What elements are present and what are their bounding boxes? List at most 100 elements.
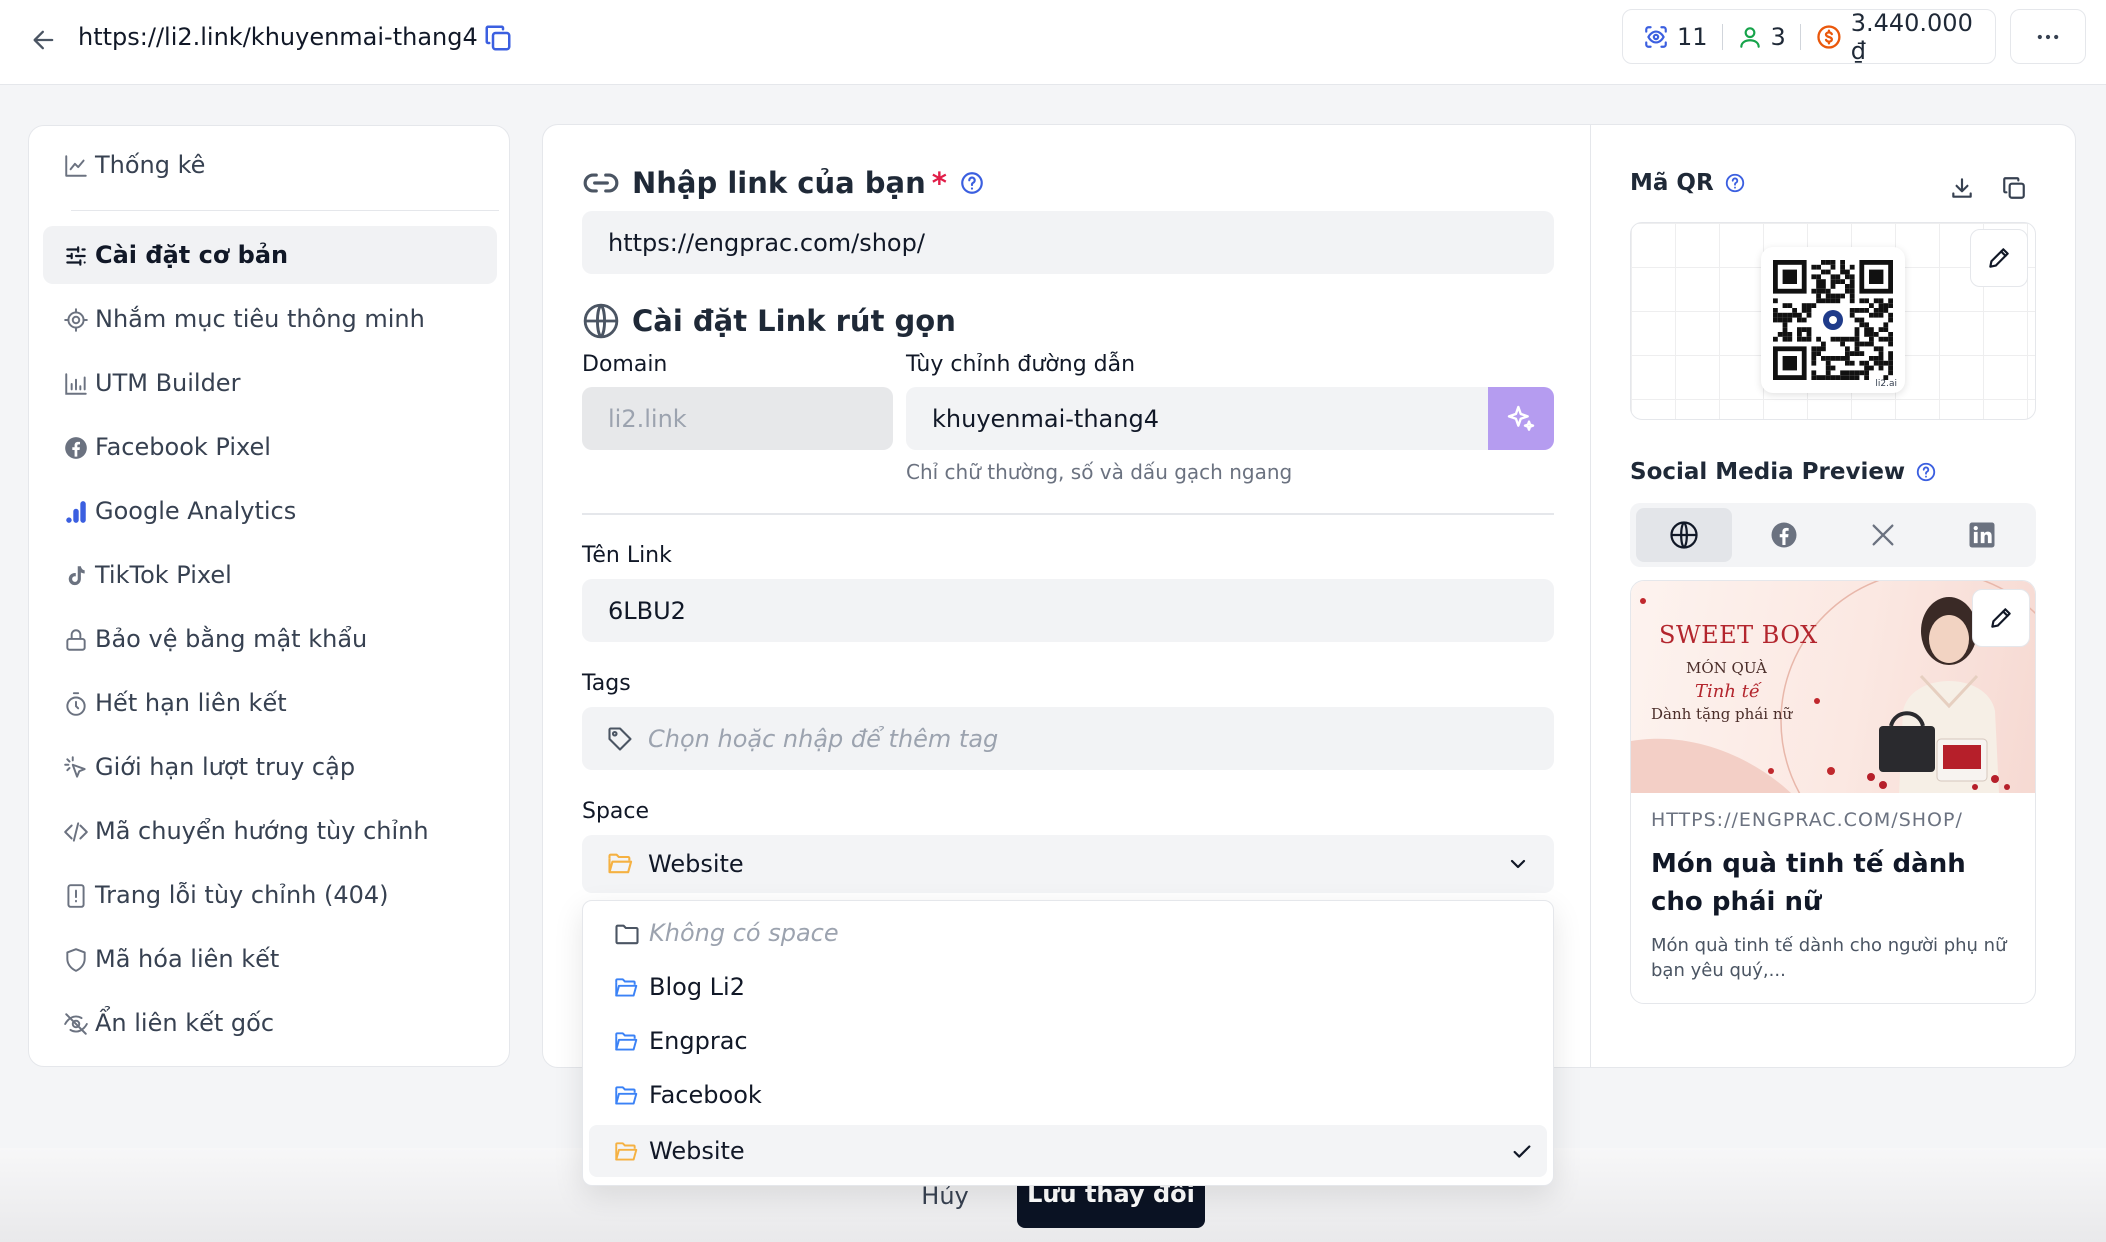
preview-image-line3: Dành tặng phái nữ: [1651, 705, 1793, 723]
edit-qr-button[interactable]: [1970, 229, 2028, 287]
bar-chart-icon: [65, 373, 87, 395]
edit-preview-button[interactable]: [1972, 589, 2030, 647]
link-icon: [583, 173, 619, 193]
user-icon: [1739, 26, 1760, 48]
space-option-facebook[interactable]: Facebook: [589, 1069, 1547, 1121]
sidebar-item-label: Bảo vệ bằng mật khẩu: [95, 625, 368, 653]
sidebar-item-access-limit[interactable]: Giới hạn lượt truy cập: [43, 738, 497, 796]
link-name-label: Tên Link: [582, 543, 672, 568]
folder-open-icon: [615, 978, 638, 997]
slug-label: Tùy chỉnh đường dẫn: [906, 352, 1136, 377]
space-option-blog-li2[interactable]: Blog Li2: [589, 961, 1547, 1013]
qr-code-image: [1773, 260, 1893, 380]
more-options-button[interactable]: [2010, 9, 2086, 64]
destination-url-input[interactable]: https://engprac.com/shop/: [582, 211, 1554, 274]
sidebar-item-label: Nhắm mục tiêu thông minh: [95, 305, 425, 333]
space-option-website[interactable]: Website: [589, 1125, 1547, 1177]
sidebar-item-basic-settings[interactable]: Cài đặt cơ bản: [43, 226, 497, 284]
copy-qr-button[interactable]: [1996, 170, 2032, 206]
sparkles-icon: [1507, 405, 1535, 431]
copy-url-button[interactable]: [480, 20, 516, 56]
domain-field: li2.link: [582, 387, 893, 450]
space-option-label: Facebook: [649, 1081, 762, 1109]
sidebar-item-custom-redirect-code[interactable]: Mã chuyển hướng tùy chỉnh: [43, 802, 497, 860]
generate-slug-button[interactable]: [1488, 387, 1554, 450]
sidebar-item-label: TikTok Pixel: [95, 561, 232, 589]
sidebar-item-facebook-pixel[interactable]: Facebook Pixel: [43, 418, 497, 476]
domain-label: Domain: [582, 352, 668, 377]
download-icon: [1952, 178, 1972, 198]
tab-web[interactable]: [1636, 508, 1732, 562]
sidebar-item-label: Giới hạn lượt truy cập: [95, 753, 356, 781]
sidebar-item-label: Mã chuyển hướng tùy chỉnh: [95, 817, 429, 845]
space-option-none[interactable]: Không có space: [589, 907, 1547, 959]
tags-input[interactable]: Chọn hoặc nhập để thêm tag: [582, 707, 1554, 770]
folder-open-icon: [615, 1086, 638, 1105]
sidebar-item-smart-targeting[interactable]: Nhắm mục tiêu thông minh: [43, 290, 497, 348]
x-logo-icon: [1872, 524, 1894, 546]
required-mark: *: [931, 166, 947, 200]
cursor-click-icon: [64, 756, 86, 778]
space-select[interactable]: Website: [582, 835, 1554, 893]
preview-image-line2: Tinh tế: [1695, 681, 1760, 702]
money-amount: 3.440.000 ₫: [1850, 8, 1973, 65]
sidebar-item-hide-original-link[interactable]: Ẩn liên kết gốc: [43, 994, 497, 1052]
sidebar-item-label: Mã hóa liên kết: [95, 945, 280, 973]
sidebar-item-tiktok-pixel[interactable]: TikTok Pixel: [43, 546, 497, 604]
help-icon[interactable]: [1724, 172, 1746, 194]
sidebar-item-label: UTM Builder: [95, 369, 241, 397]
sidebar-item-utm-builder[interactable]: UTM Builder: [43, 354, 497, 412]
download-qr-button[interactable]: [1944, 170, 1980, 206]
slug-input[interactable]: khuyenmai-thang4: [906, 387, 1488, 450]
tag-icon: [608, 726, 632, 751]
linkedin-icon: [1969, 522, 1995, 548]
shield-icon: [66, 948, 86, 972]
sidebar-item-password-protection[interactable]: Bảo vệ bằng mật khẩu: [43, 610, 497, 668]
tags-placeholder: Chọn hoặc nhập để thêm tag: [648, 724, 999, 753]
folder-open-icon: [615, 1032, 638, 1051]
facebook-icon: [65, 437, 87, 459]
copy-icon: [2003, 177, 2025, 199]
globe-icon: [583, 303, 619, 339]
sidebar-item-link-expiry[interactable]: Hết hạn liên kết: [43, 674, 497, 732]
space-option-label: Engprac: [649, 1027, 748, 1055]
tab-linkedin[interactable]: [1934, 508, 2030, 562]
qr-heading: Mã QR: [1630, 170, 1746, 196]
space-selected-value: Website: [648, 850, 744, 878]
eye-off-icon: [64, 1013, 88, 1035]
sidebar-item-google-analytics[interactable]: Google Analytics: [43, 482, 497, 540]
coin-icon: [1817, 24, 1841, 49]
back-button[interactable]: [24, 20, 64, 60]
space-option-engprac[interactable]: Engprac: [589, 1015, 1547, 1067]
social-preview-card: SWEET BOX MÓN QUÀ Tinh tế Dành tặng phái…: [1630, 580, 2036, 1004]
sidebar-item-statistics[interactable]: Thống kê: [43, 136, 497, 194]
short-url: https://li2.link/khuyenmai-thang4: [78, 23, 478, 51]
top-bar: https://li2.link/khuyenmai-thang4 11 3 3…: [0, 0, 2106, 85]
google-analytics-icon: [66, 501, 86, 523]
stat-divider: [1799, 23, 1801, 50]
file-alert-icon: [67, 884, 85, 908]
arrow-left-icon: [33, 30, 54, 50]
link-name-input[interactable]: 6LBU2: [582, 579, 1554, 642]
stats-pill[interactable]: 11 3 3.440.000 ₫: [1622, 8, 1996, 65]
preview-domain: HTTPS://ENGPRAC.COM/SHOP/: [1651, 809, 1963, 831]
sidebar-item-link-encryption[interactable]: Mã hóa liên kết: [43, 930, 497, 988]
tab-facebook[interactable]: [1736, 508, 1832, 562]
slug-hint: Chỉ chữ thường, số và dấu gạch ngang: [906, 460, 1293, 484]
sidebar-item-label: Facebook Pixel: [95, 433, 271, 461]
target-icon: [64, 308, 88, 332]
folder-icon: [615, 924, 639, 945]
space-label: Space: [582, 799, 650, 824]
link-input-title: Nhập link của bạn: [632, 166, 926, 200]
help-icon[interactable]: [959, 170, 985, 196]
tab-x[interactable]: [1835, 508, 1931, 562]
sidebar-item-custom-404[interactable]: Trang lỗi tùy chỉnh (404): [43, 866, 497, 924]
sidebar-item-label: Google Analytics: [95, 497, 297, 525]
tags-label: Tags: [582, 671, 631, 696]
users-count: 3: [1770, 22, 1786, 51]
help-icon[interactable]: [1915, 461, 1937, 483]
globe-icon: [1670, 521, 1698, 549]
sidebar-item-label: Cài đặt cơ bản: [95, 241, 289, 269]
sidebar-item-label: Ẩn liên kết gốc: [95, 1009, 275, 1037]
space-option-label: Blog Li2: [649, 973, 745, 1001]
